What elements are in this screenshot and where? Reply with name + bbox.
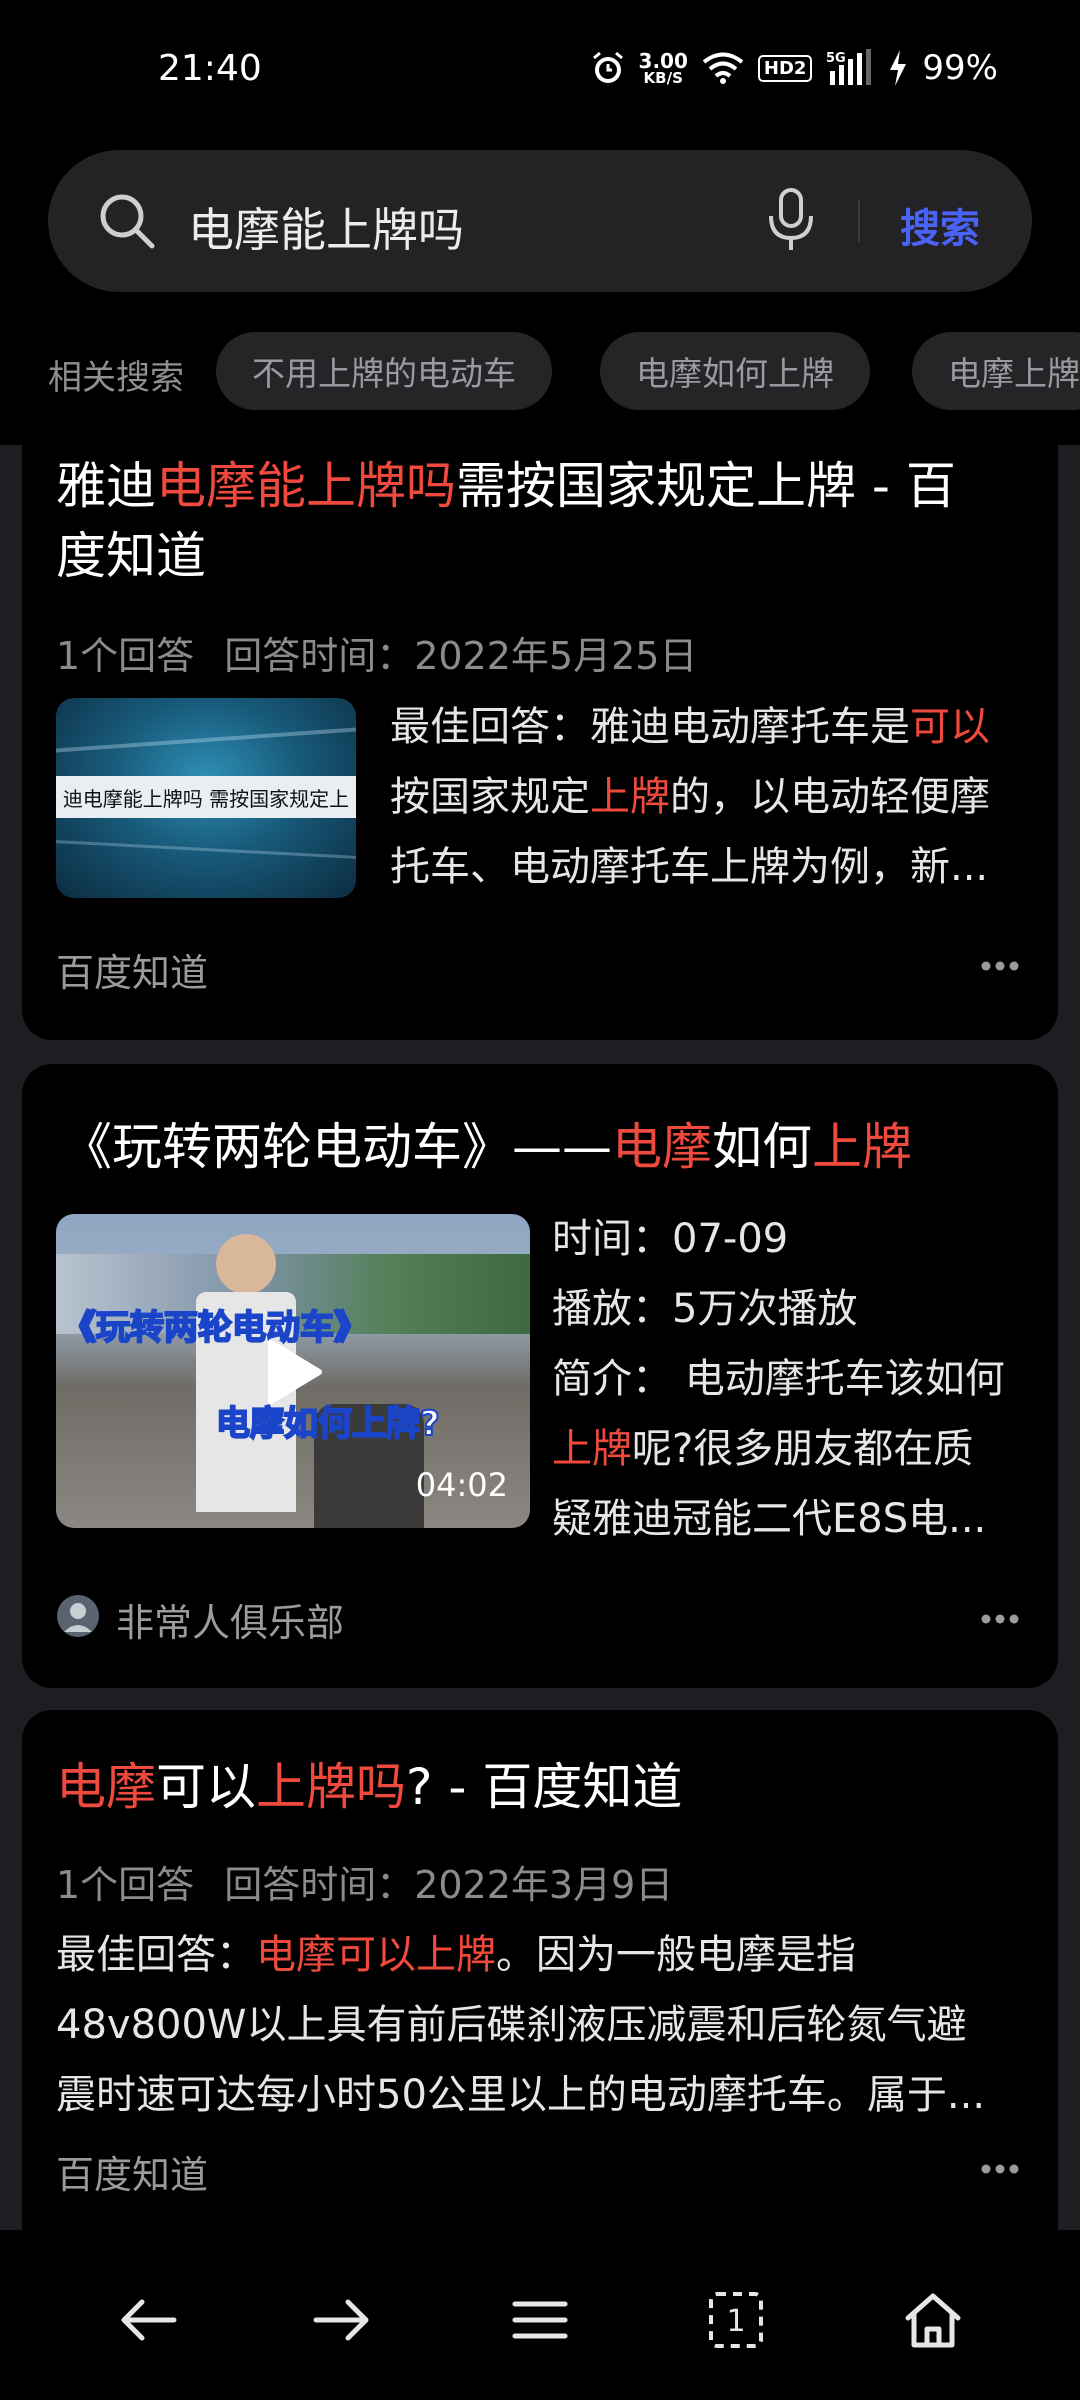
video-thumbnail[interactable]: 《玩转两轮电动车》 电摩如何上牌? 04:02 bbox=[56, 1214, 530, 1528]
network-speed-value: 3.00 bbox=[638, 48, 688, 73]
title-segment: ? - 百度知道 bbox=[406, 1758, 683, 1816]
search-divider bbox=[858, 200, 860, 242]
intro-text: 呢?很多朋友都在质 bbox=[632, 1426, 974, 1472]
search-header: 电摩能上牌吗 搜索 相关搜索 不用上牌的电动车 电摩如何上牌 电摩上牌 bbox=[0, 140, 1080, 445]
signal-icon: 5G bbox=[826, 49, 874, 87]
video-result-card[interactable]: 《玩转两轮电动车》——电摩如何上牌 《玩转两轮电动车》 电摩如何上牌? 04:0… bbox=[22, 1064, 1058, 1688]
status-icons: 3.00 KB/S HD2 5G 99% bbox=[591, 46, 998, 90]
title-highlight: 电摩 bbox=[612, 1118, 712, 1176]
intro-highlight: 上牌 bbox=[552, 1426, 632, 1472]
home-icon[interactable] bbox=[893, 2280, 973, 2360]
wifi-icon bbox=[702, 51, 744, 85]
snippet-highlight: 电摩可以上牌 bbox=[256, 1932, 496, 1978]
title-segment: 可以 bbox=[156, 1758, 256, 1816]
video-info: 时间：07-09 播放：5万次播放 简介： 电动摩托车该如何 上牌呢?很多朋友都… bbox=[552, 1204, 1052, 1554]
related-chip[interactable]: 不用上牌的电动车 bbox=[216, 332, 552, 410]
hd-badge: HD2 bbox=[757, 54, 813, 82]
snippet-text: 最佳回答： bbox=[56, 1932, 256, 1978]
snippet-text: 48v800W以上具有前后碟刹液压减震和后轮氮气避 bbox=[56, 2002, 967, 2048]
result-title[interactable]: 电摩可以上牌吗? - 百度知道 bbox=[56, 1752, 682, 1822]
microphone-icon[interactable] bbox=[764, 188, 818, 256]
search-icon bbox=[98, 192, 156, 254]
related-chip[interactable]: 电摩上牌 bbox=[912, 332, 1080, 410]
title-highlight: 电摩 bbox=[56, 1758, 156, 1816]
more-options-icon[interactable] bbox=[980, 2160, 1020, 2179]
video-intro: 简介： 电动摩托车该如何 bbox=[552, 1356, 1005, 1402]
video-duration: 04:02 bbox=[415, 1466, 508, 1504]
svg-text:5G: 5G bbox=[826, 51, 846, 66]
title-segment: 度知道 bbox=[56, 527, 206, 585]
result-meta: 1个回答 回答时间：2022年3月9日 bbox=[56, 1854, 703, 1909]
result-source[interactable]: 百度知道 bbox=[56, 2144, 208, 2199]
snippet-text: 的，以电动轻便摩 bbox=[670, 774, 990, 820]
result-title[interactable]: 《玩转两轮电动车》——电摩如何上牌 bbox=[62, 1112, 912, 1182]
network-speed: 3.00 KB/S bbox=[639, 51, 688, 86]
answer-count: 1个回答 bbox=[56, 634, 195, 678]
snippet-text: 震时速可达每小时50公里以上的电动摩托车。属于... bbox=[56, 2072, 986, 2118]
title-segment: 需按国家规定上牌 - 百 bbox=[456, 457, 956, 515]
title-segment: 《玩转两轮电动车》—— bbox=[62, 1118, 612, 1176]
result-source[interactable]: 百度知道 bbox=[56, 942, 208, 997]
title-highlight: 上牌吗 bbox=[256, 1758, 406, 1816]
play-icon[interactable] bbox=[263, 1339, 323, 1409]
video-overlay-subtitle: 电摩如何上牌? bbox=[215, 1403, 441, 1445]
title-highlight: 电摩能上牌吗 bbox=[156, 457, 456, 515]
answer-time: 回答时间：2022年3月9日 bbox=[224, 1863, 674, 1907]
status-bar: 21:40 3.00 KB/S HD2 5G 99% bbox=[0, 0, 1080, 140]
back-arrow-icon[interactable] bbox=[108, 2280, 188, 2360]
title-segment: 如何 bbox=[712, 1118, 812, 1176]
alarm-icon bbox=[591, 50, 625, 86]
more-options-icon[interactable] bbox=[980, 957, 1020, 976]
battery-level: 99% bbox=[922, 48, 998, 88]
svg-text:1: 1 bbox=[726, 2304, 745, 2339]
thumbnail-caption: 迪电摩能上牌吗 需按国家规定上 bbox=[62, 786, 350, 811]
answer-time: 回答时间：2022年5月25日 bbox=[224, 634, 698, 678]
menu-icon[interactable] bbox=[500, 2280, 580, 2360]
result-title[interactable]: 雅迪电摩能上牌吗需按国家规定上牌 - 百 度知道 bbox=[56, 451, 1036, 591]
search-box[interactable]: 电摩能上牌吗 搜索 bbox=[48, 150, 1032, 292]
search-button[interactable]: 搜索 bbox=[900, 196, 980, 254]
video-author[interactable]: 非常人俱乐部 bbox=[116, 1592, 344, 1647]
snippet-highlight: 可以 bbox=[910, 704, 990, 750]
search-input[interactable]: 电摩能上牌吗 bbox=[188, 194, 464, 260]
snippet-text: 托车、电动摩托车上牌为例，新... bbox=[390, 844, 989, 890]
snippet-highlight: 上牌 bbox=[590, 774, 670, 820]
forward-arrow-icon[interactable] bbox=[302, 2280, 382, 2360]
charging-icon bbox=[888, 50, 908, 86]
intro-text: 疑雅迪冠能二代E8S电... bbox=[552, 1496, 987, 1542]
snippet-text: 最佳回答：雅迪电动摩托车是 bbox=[390, 704, 910, 750]
video-plays: 播放：5万次播放 bbox=[552, 1286, 858, 1332]
result-card[interactable]: 雅迪电摩能上牌吗需按国家规定上牌 - 百 度知道 1个回答 回答时间：2022年5… bbox=[22, 445, 1058, 1040]
result-meta: 1个回答 回答时间：2022年5月25日 bbox=[56, 625, 727, 680]
more-options-icon[interactable] bbox=[980, 1610, 1020, 1629]
tabs-icon[interactable]: 1 bbox=[696, 2280, 776, 2360]
video-date: 时间：07-09 bbox=[552, 1216, 789, 1262]
title-highlight: 上牌 bbox=[812, 1118, 912, 1176]
title-segment: 雅迪 bbox=[56, 457, 156, 515]
snippet-text: 按国家规定 bbox=[390, 774, 590, 820]
network-speed-unit: KB/S bbox=[643, 68, 683, 87]
result-snippet: 最佳回答：电摩可以上牌。因为一般电摩是指 48v800W以上具有前后碟刹液压减震… bbox=[56, 1920, 1046, 2130]
answer-count: 1个回答 bbox=[56, 1863, 195, 1907]
bottom-navigation: 1 bbox=[0, 2230, 1080, 2400]
related-search-label: 相关搜索 bbox=[48, 358, 184, 398]
result-card[interactable]: 电摩可以上牌吗? - 百度知道 1个回答 回答时间：2022年3月9日 最佳回答：… bbox=[22, 1710, 1058, 2230]
snippet-text: 。因为一般电摩是指 bbox=[496, 1932, 856, 1978]
related-chip[interactable]: 电摩如何上牌 bbox=[600, 332, 870, 410]
author-avatar[interactable] bbox=[56, 1594, 100, 1642]
status-time: 21:40 bbox=[158, 48, 262, 89]
result-snippet: 最佳回答：雅迪电动摩托车是可以 按国家规定上牌的，以电动轻便摩 托车、电动摩托车… bbox=[390, 692, 1040, 902]
result-thumbnail[interactable]: 迪电摩能上牌吗 需按国家规定上 bbox=[56, 698, 356, 898]
